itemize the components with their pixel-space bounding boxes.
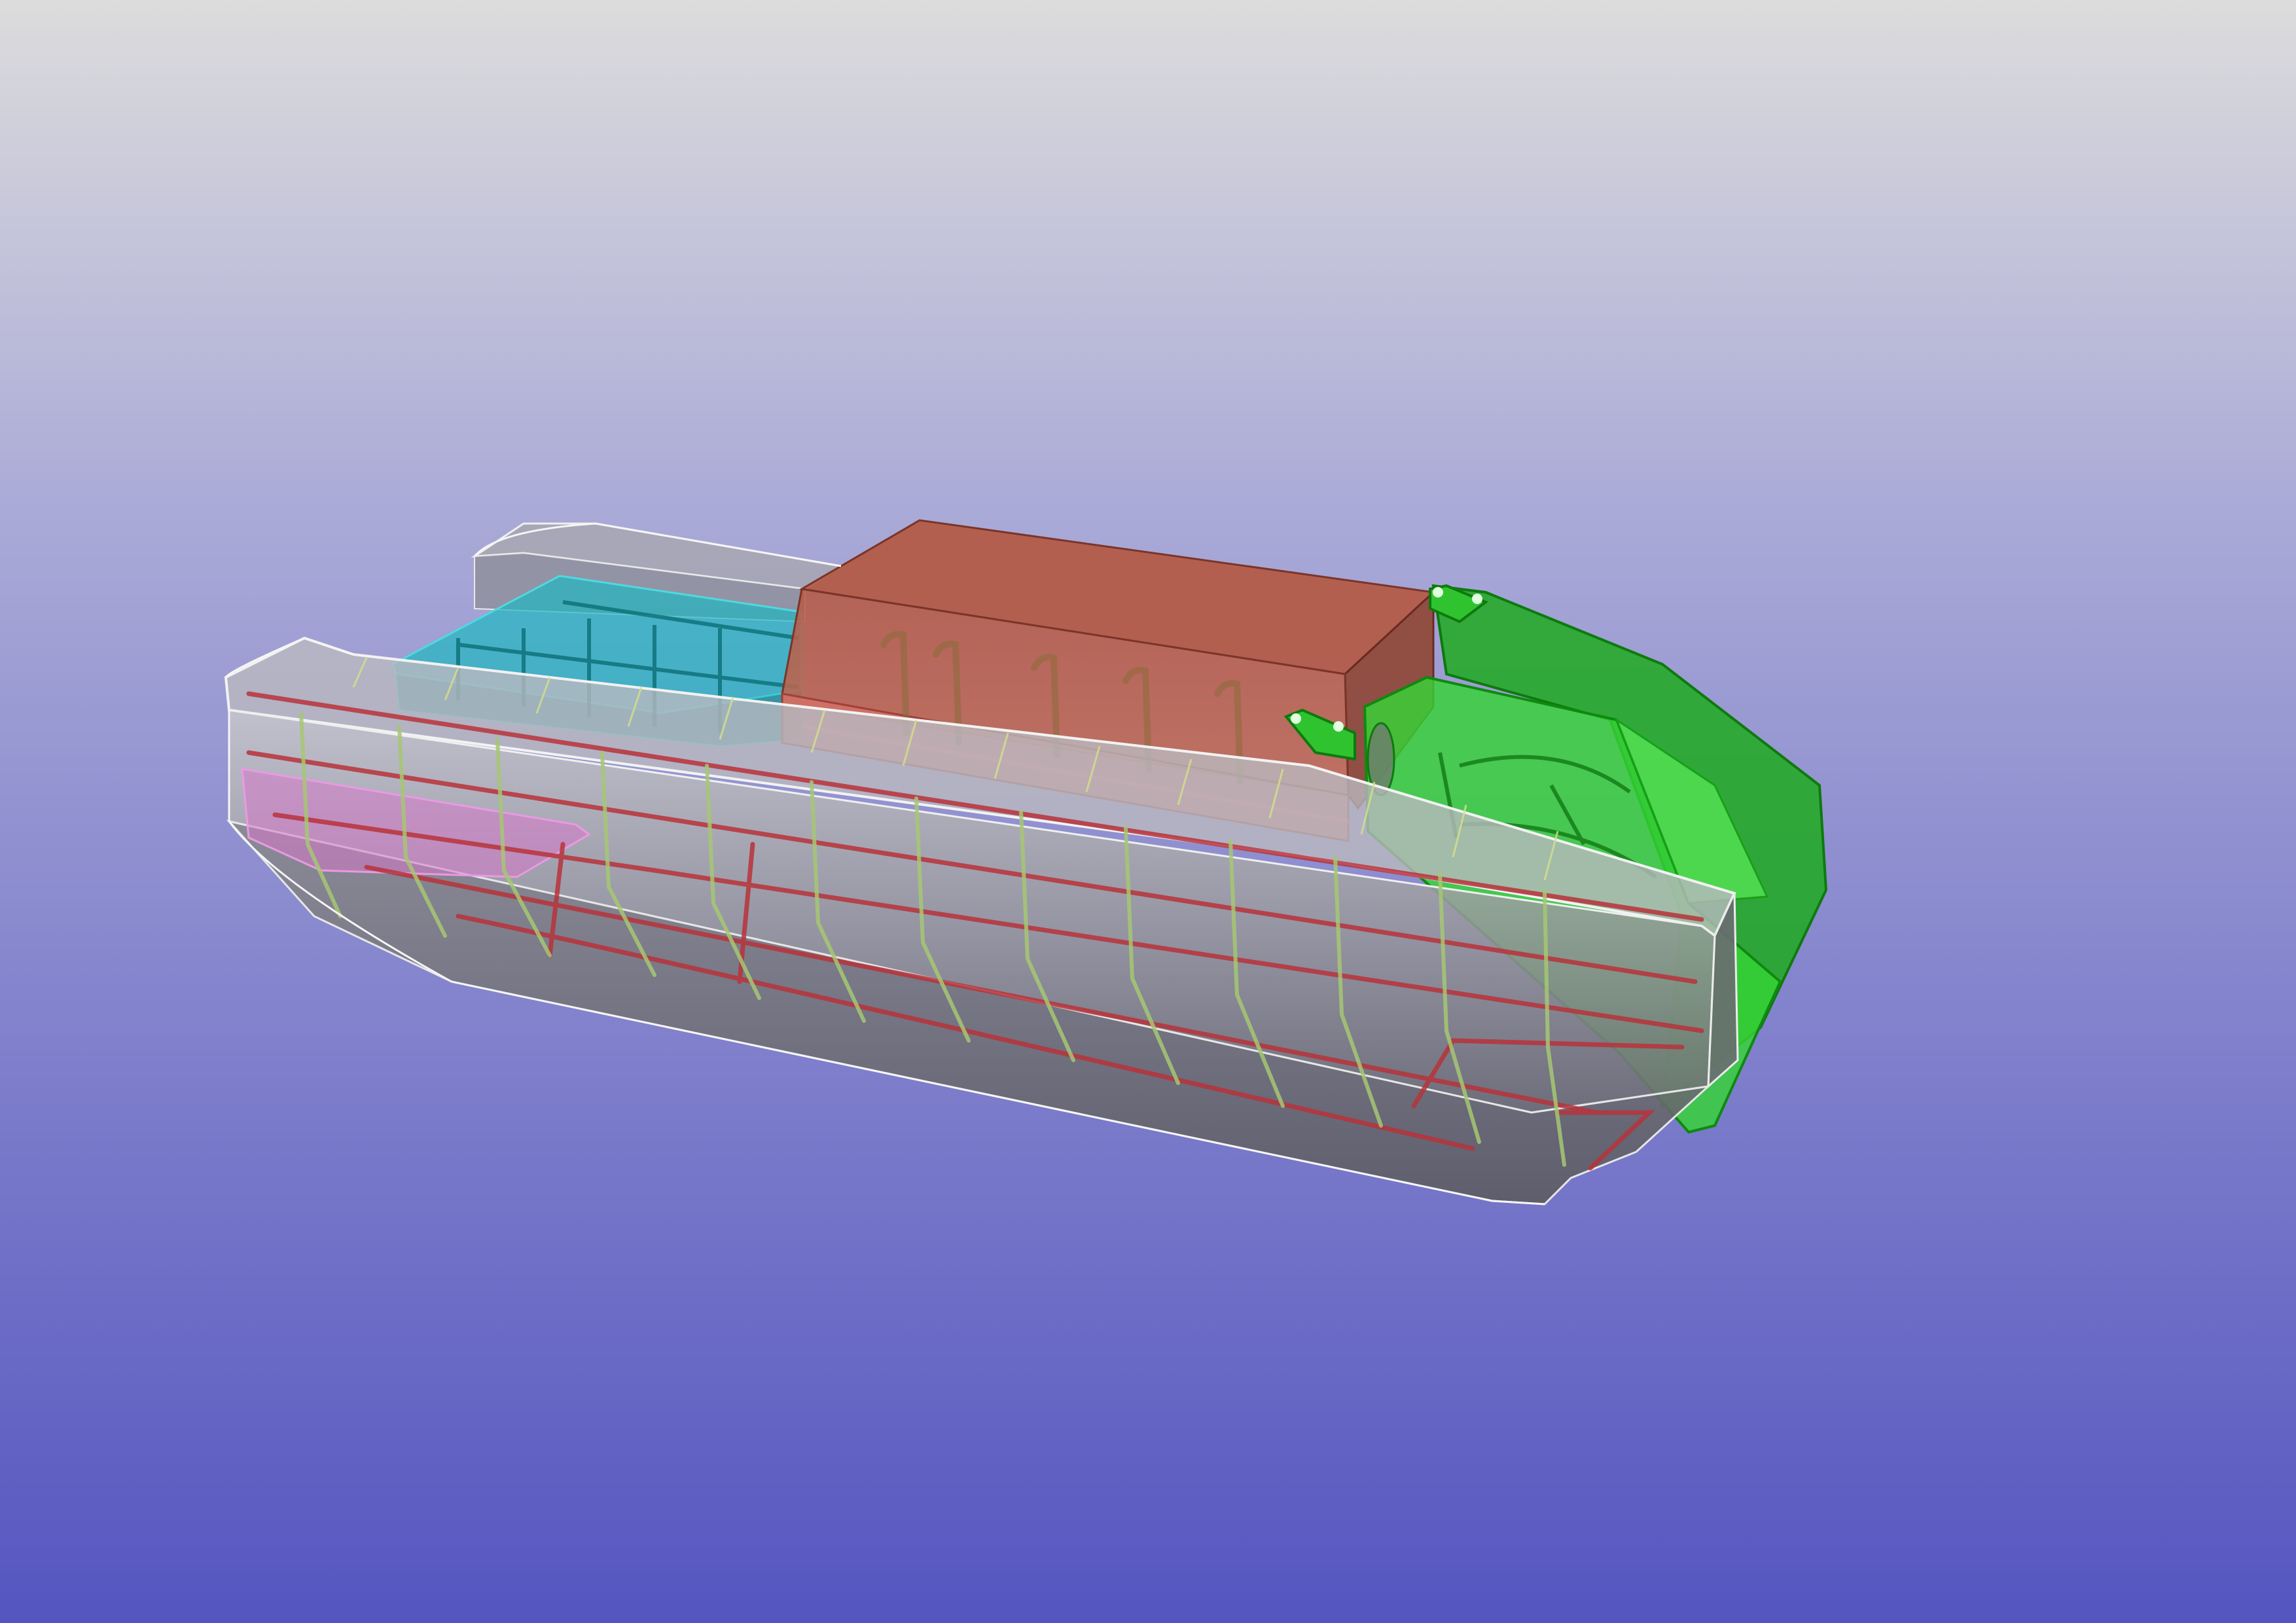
bow-lug-hole-right-2 bbox=[1472, 594, 1482, 604]
bow-lug-hole-left-2 bbox=[1333, 721, 1344, 732]
bow-lug-hole-right bbox=[1433, 587, 1443, 597]
3d-viewport[interactable] bbox=[0, 0, 2296, 1623]
bow-lug-hole-left bbox=[1291, 713, 1301, 724]
viewport-canvas[interactable] bbox=[0, 0, 2296, 1623]
